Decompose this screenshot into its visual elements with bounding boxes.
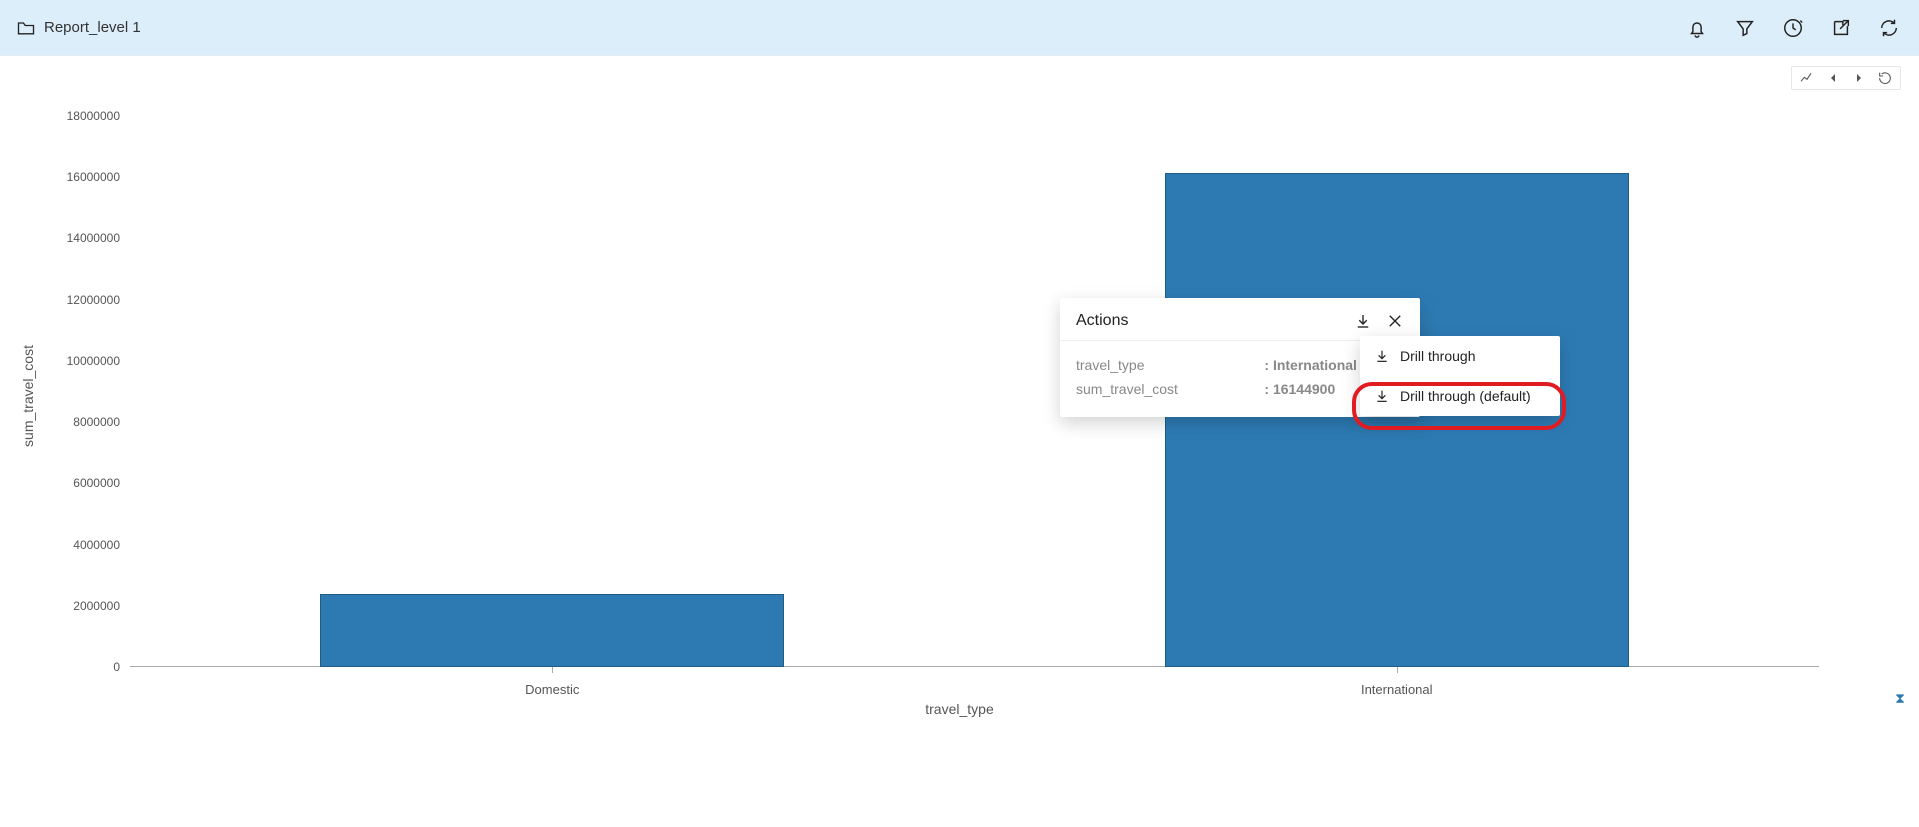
y-tick: 16000000	[50, 170, 120, 184]
y-tick: 0	[50, 660, 120, 674]
actions-key: sum_travel_cost	[1076, 381, 1256, 397]
export-icon[interactable]	[1827, 14, 1855, 42]
actions-key: travel_type	[1076, 357, 1256, 373]
download-icon	[1374, 388, 1390, 404]
bar-international[interactable]	[1165, 173, 1629, 667]
reload-icon[interactable]	[1876, 69, 1894, 87]
y-axis-ticks: 0200000040000006000000800000010000000120…	[50, 116, 120, 667]
y-tick: 6000000	[50, 476, 120, 490]
refresh-icon[interactable]	[1875, 14, 1903, 42]
bell-icon[interactable]	[1683, 14, 1711, 42]
x-tick-label: International	[1361, 682, 1433, 697]
bar-domestic[interactable]	[320, 594, 784, 667]
actions-title: Actions	[1076, 312, 1128, 330]
actions-header-icons	[1354, 312, 1404, 330]
y-tick: 2000000	[50, 599, 120, 613]
top-bar: Report_level 1	[0, 0, 1919, 56]
submenu-label: Drill through	[1400, 348, 1475, 364]
chart-mini-toolbar	[1791, 66, 1901, 90]
linechart-icon[interactable]	[1798, 69, 1816, 87]
download-icon	[1374, 348, 1390, 364]
schedule-icon[interactable]	[1779, 14, 1807, 42]
x-tick-mark	[1397, 667, 1398, 673]
drill-down-icon[interactable]	[1354, 312, 1372, 330]
x-axis-label: travel_type	[925, 701, 993, 717]
chart-area: sum_travel_cost 0 2000000 4000000 6000000 80…	[0, 56, 1919, 827]
y-tick: 12000000	[50, 293, 120, 307]
drill-through-default[interactable]: Drill through (default)	[1360, 376, 1560, 416]
folder-icon	[16, 18, 36, 38]
y-tick: 8000000	[50, 415, 120, 429]
filter-icon[interactable]	[1731, 14, 1759, 42]
drill-submenu: Drill through Drill through (default)	[1360, 336, 1560, 416]
top-toolbar	[1683, 14, 1903, 42]
drill-through[interactable]: Drill through	[1360, 336, 1560, 376]
close-icon[interactable]	[1386, 312, 1404, 330]
y-axis-label: sum_travel_cost	[20, 345, 36, 447]
x-tick-mark	[552, 667, 553, 673]
actions-header: Actions	[1060, 298, 1420, 341]
next-icon[interactable]	[1850, 69, 1868, 87]
y-tick: 4000000	[50, 538, 120, 552]
actions-row: sum_travel_cost: 16144900	[1076, 377, 1404, 401]
y-tick: 18000000	[50, 109, 120, 123]
prev-icon[interactable]	[1824, 69, 1842, 87]
y-tick: 14000000	[50, 231, 120, 245]
actions-row: travel_type: International	[1076, 353, 1404, 377]
y-tick: 10000000	[50, 354, 120, 368]
x-tick-label: Domestic	[525, 682, 579, 697]
plot-region: DomesticInternational	[130, 116, 1819, 667]
breadcrumb: Report_level 1	[16, 18, 141, 38]
submenu-label: Drill through (default)	[1400, 388, 1531, 404]
hourglass-icon: ⧗	[1895, 690, 1905, 707]
page-title: Report_level 1	[44, 19, 141, 36]
